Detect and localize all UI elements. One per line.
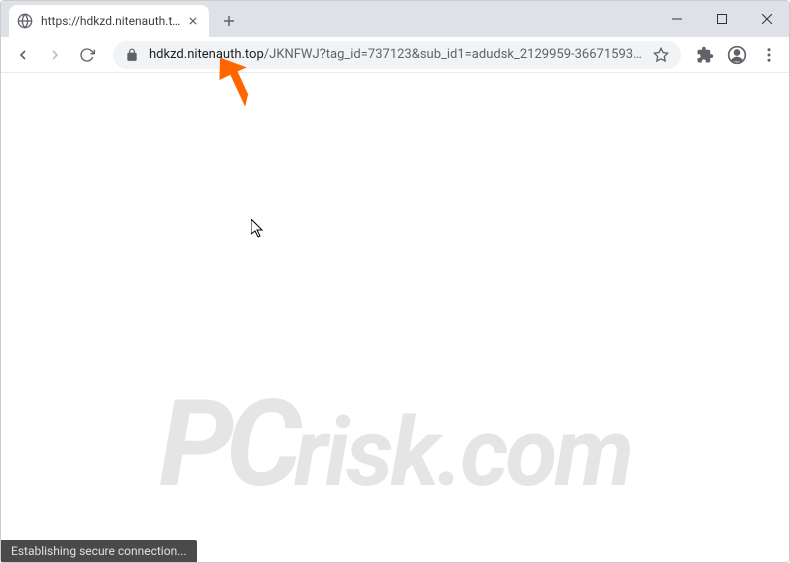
close-window-button[interactable]: [744, 3, 789, 35]
watermark-dotcom: .com: [437, 398, 632, 509]
watermark-risk: risk: [294, 398, 437, 509]
minimize-button[interactable]: [654, 3, 699, 35]
reload-button[interactable]: [73, 41, 101, 69]
bookmark-star-icon[interactable]: [653, 47, 669, 63]
menu-icon[interactable]: [757, 43, 781, 67]
tab-strip: https://hdkzd.nitenauth.top/JKNF: [1, 1, 649, 37]
tab-strip-row: https://hdkzd.nitenauth.top/JKNF: [1, 1, 789, 37]
watermark: PCrisk.com: [85, 380, 705, 510]
arrow-annotation-icon: [211, 53, 261, 108]
forward-button[interactable]: [41, 41, 69, 69]
browser-toolbar: hdkzd.nitenauth.top/JKNFWJ?tag_id=737123…: [1, 37, 789, 73]
new-tab-button[interactable]: [215, 7, 243, 35]
tab-close-button[interactable]: [185, 13, 201, 29]
page-content: PCrisk.com: [1, 73, 789, 540]
window-controls: [654, 1, 789, 37]
status-bar: Establishing secure connection...: [1, 540, 197, 562]
toolbar-right-icons: [693, 43, 781, 67]
profile-icon[interactable]: [725, 43, 749, 67]
tab-title: https://hdkzd.nitenauth.top/JKNF: [41, 14, 185, 28]
status-text: Establishing secure connection...: [11, 544, 187, 558]
maximize-button[interactable]: [699, 3, 744, 35]
browser-tab[interactable]: https://hdkzd.nitenauth.top/JKNF: [9, 5, 209, 37]
watermark-pc: PC: [159, 375, 294, 515]
extensions-icon[interactable]: [693, 43, 717, 67]
lock-icon: [125, 48, 139, 62]
mouse-cursor-icon: [251, 219, 265, 239]
globe-icon: [17, 13, 33, 29]
back-button[interactable]: [9, 41, 37, 69]
url-path: /JKNFWJ?tag_id=737123&sub_id1=adudsk_212…: [264, 47, 645, 62]
address-bar[interactable]: hdkzd.nitenauth.top/JKNFWJ?tag_id=737123…: [113, 41, 681, 69]
